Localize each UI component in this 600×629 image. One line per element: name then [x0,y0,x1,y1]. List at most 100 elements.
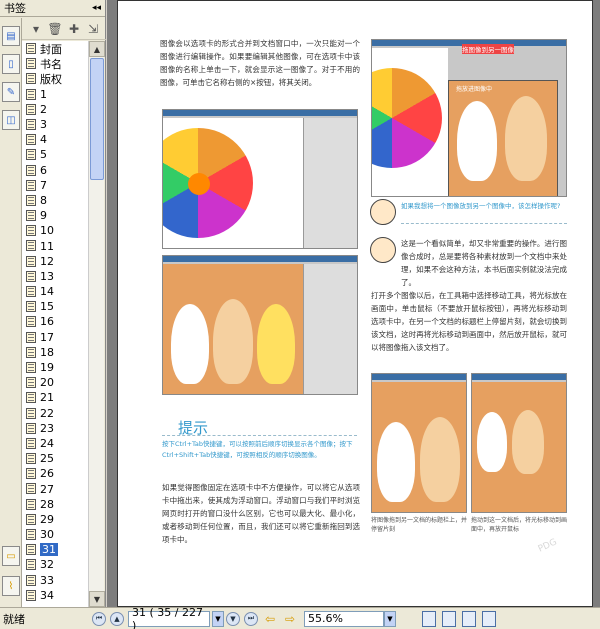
page-icon [26,286,36,297]
delete-bookmark-icon[interactable]: 🗑 [47,21,63,37]
page-icon [26,392,36,404]
page-icon [26,118,36,130]
zoom-dropdown-icon[interactable]: ▼ [384,610,396,627]
bookmark-label: 2 [40,102,47,116]
scroll-up-icon[interactable]: ▲ [89,41,105,57]
scroll-down-icon[interactable]: ▼ [89,591,105,607]
bookmark-item[interactable]: 24 [22,436,88,451]
new-bookmark-icon[interactable]: ✚ [66,21,82,37]
page-number-field[interactable]: 31 ( 35 / 227 ) [128,606,210,629]
bookmark-item[interactable]: 25 [22,451,88,466]
bookmark-item[interactable]: 26 [22,466,88,481]
bookmark-item[interactable]: 14 [22,284,88,299]
bookmark-item[interactable]: 4 [22,132,88,147]
bookmark-label: 27 [40,482,54,496]
bookmark-item[interactable]: 23 [22,421,88,436]
bookmark-label: 封面 [40,42,62,56]
bookmark-item[interactable]: 2 [22,102,88,117]
bookmark-item[interactable]: 封面 [22,41,88,56]
bookmark-item[interactable]: 19 [22,360,88,375]
page-icon [26,377,36,389]
bookmark-label: 7 [40,178,47,192]
bookmark-item[interactable]: 1 [22,87,88,102]
document-area: 图像会以选项卡的形式合并到文档窗口中，一次只能对一个图像进行编辑操作。如果要编辑… [107,0,600,607]
bookmark-item[interactable]: 17 [22,330,88,345]
options-dropdown-icon[interactable]: ▾ [28,21,44,37]
expand-bookmark-icon[interactable]: ⇲ [85,21,101,37]
question-divider [401,223,567,224]
page-dropdown-icon[interactable]: ▼ [212,610,224,627]
next-page-icon[interactable]: ▼ [226,611,240,626]
bookmark-item[interactable]: 10 [22,223,88,238]
page-icon [26,498,36,510]
bookmark-item[interactable]: 18 [22,345,88,360]
previous-page-icon[interactable]: ▲ [110,611,124,626]
bookmark-item[interactable]: 6 [22,163,88,178]
page-icon [26,529,36,540]
side-tab-strip: ▤ ▯ ✎ ◫ ▭ ⌇ [0,18,22,607]
pages-tab-icon[interactable]: ▤ [2,26,20,46]
attachments-tab-icon[interactable]: ⌇ [2,576,20,596]
forward-arrow-icon[interactable]: ⇨ [282,611,298,627]
bookmark-item[interactable]: 16 [22,314,88,329]
bookmark-item[interactable]: 11 [22,238,88,253]
bookmark-label: 9 [40,209,47,223]
bookmark-scrollbar[interactable]: ▲ ▼ [88,41,105,607]
continuous-facing-view-icon[interactable] [482,610,496,627]
first-page-icon[interactable]: ⏮ [92,611,106,626]
bookmark-item[interactable]: 32 [22,557,88,572]
facing-view-icon[interactable] [462,610,476,627]
bookmark-item[interactable]: 34 [22,588,88,603]
bookmarks-tab-icon[interactable]: ▯ [2,54,20,74]
page-icon [26,194,36,206]
bookmark-item[interactable]: 27 [22,481,88,496]
last-page-icon[interactable]: ⏭ [244,611,258,626]
bookmark-item[interactable]: 31 [22,542,88,557]
bookmark-item[interactable]: 20 [22,375,88,390]
bookmark-item[interactable]: 3 [22,117,88,132]
bookmark-label: 17 [40,330,54,344]
page-icon [26,210,36,222]
page-icon [26,513,36,525]
bookmark-item[interactable]: 9 [22,208,88,223]
watermark-text: PDG [536,537,559,555]
bookmark-item[interactable]: 22 [22,406,88,421]
bookmark-label: 29 [40,512,54,526]
bookmark-item[interactable]: 30 [22,527,88,542]
scroll-thumb[interactable] [90,58,104,180]
bookmark-item[interactable]: 8 [22,193,88,208]
page-icon [26,437,36,449]
bookmark-item[interactable]: 28 [22,497,88,512]
bookmark-label: 13 [40,269,54,283]
paragraph-floating-window: 如果觉得图像固定在选项卡中不方便操作，可以将它从选项卡中拖出来，使其成为浮动窗口… [162,483,360,544]
bookmark-item[interactable]: 29 [22,512,88,527]
bookmark-label: 16 [40,315,54,329]
bookmark-item[interactable]: 版权 [22,71,88,86]
back-arrow-icon[interactable]: ⇦ [262,611,278,627]
page-icon [26,134,36,146]
bookmark-item[interactable]: 15 [22,299,88,314]
panel-header: 书签 ◂◂ [0,0,105,17]
bookmark-label: 书名 [40,57,62,71]
bookmark-label: 22 [40,406,54,420]
continuous-view-icon[interactable] [442,610,456,627]
comments-tab-icon[interactable]: ▭ [2,546,20,566]
bookmark-item[interactable]: 13 [22,269,88,284]
signatures-tab-icon[interactable]: ✎ [2,82,20,102]
layers-tab-icon[interactable]: ◫ [2,110,20,130]
bookmark-item[interactable]: 5 [22,147,88,162]
bookmark-panel: 书签 ◂◂ ▤ ▯ ✎ ◫ ▭ ⌇ ▾ 🗑 ✚ ⇲ 封面 书名 版权 1 2 3 4 5 6 7 8… [0,0,106,607]
page-icon [26,422,36,434]
single-page-view-icon[interactable] [422,610,436,627]
bookmark-label: 33 [40,573,54,587]
bookmark-item[interactable]: 书名 [22,56,88,71]
page-icon [26,559,36,571]
bookmark-item[interactable]: 7 [22,178,88,193]
zoom-field[interactable]: 55.6% [304,610,384,627]
page-icon [26,331,36,343]
bookmark-label: 15 [40,300,54,314]
collapse-panel-button[interactable]: ◂◂ [92,3,101,13]
bookmark-item[interactable]: 33 [22,573,88,588]
bookmark-item[interactable]: 21 [22,390,88,405]
bookmark-item[interactable]: 12 [22,254,88,269]
